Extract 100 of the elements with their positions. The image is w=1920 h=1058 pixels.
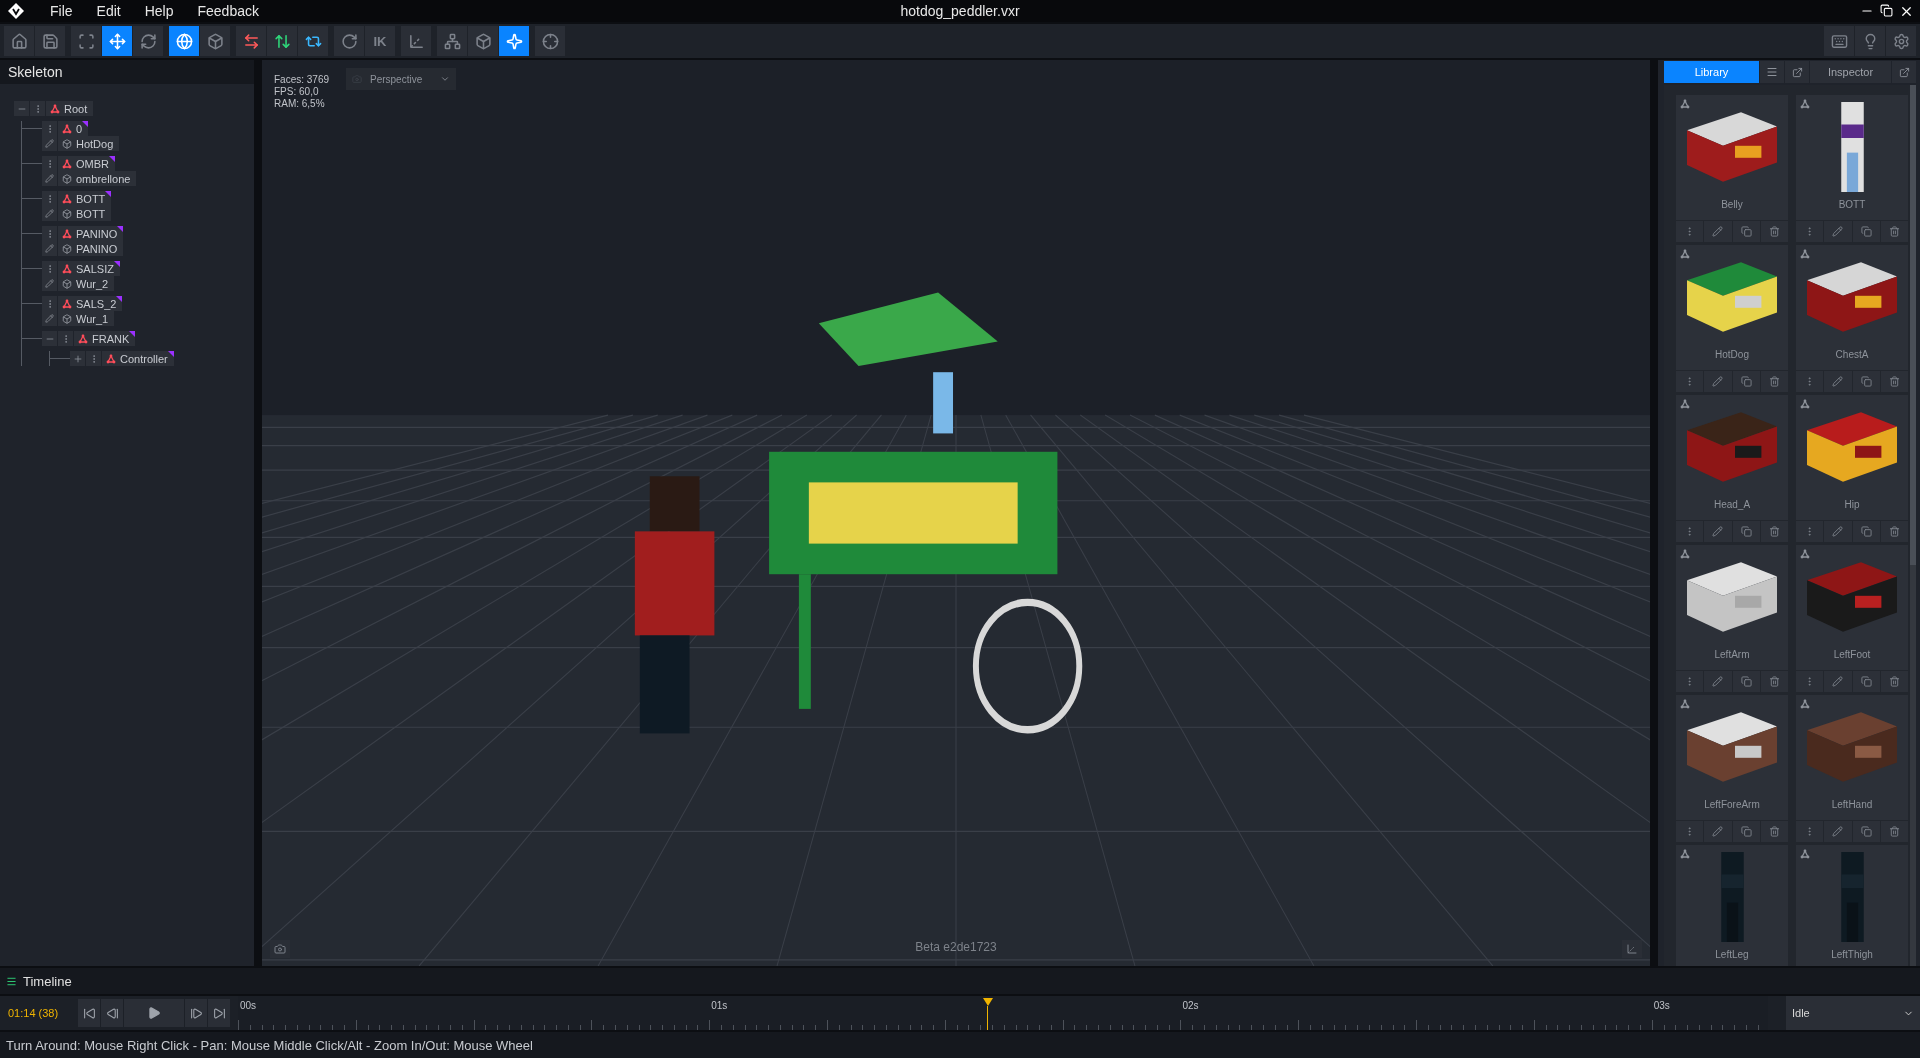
menu-button[interactable] [1760, 61, 1784, 83]
bone-item[interactable]: Root [46, 101, 94, 116]
more-button[interactable] [42, 261, 57, 276]
mesh-item[interactable]: BOTT [58, 206, 112, 221]
edit-button[interactable] [1824, 821, 1852, 842]
library-item[interactable]: Head_A [1676, 395, 1788, 520]
playhead[interactable] [982, 998, 993, 1030]
delete-button[interactable] [1880, 671, 1908, 692]
collapse-button[interactable] [14, 101, 29, 116]
mesh-item[interactable]: PANINO [58, 241, 124, 256]
delete-button[interactable] [1880, 221, 1908, 242]
edit-button[interactable] [42, 276, 57, 291]
more-button[interactable] [42, 156, 57, 171]
fit-view-button[interactable] [71, 26, 101, 56]
library-item[interactable]: LeftHand [1796, 695, 1908, 820]
bone-item[interactable]: Controller [102, 351, 174, 366]
more-button[interactable] [1676, 521, 1704, 542]
menu-item[interactable]: Feedback [185, 3, 271, 19]
edit-button[interactable] [1704, 221, 1732, 242]
rotate-button[interactable] [133, 26, 163, 56]
next-frame-button[interactable] [185, 999, 207, 1027]
cube-button[interactable] [468, 26, 498, 56]
scrollbar[interactable] [1910, 85, 1916, 966]
more-button[interactable] [1676, 371, 1704, 392]
axes-button[interactable] [1622, 940, 1642, 958]
panel-tab[interactable]: Library [1664, 61, 1759, 83]
save-button[interactable] [35, 26, 65, 56]
duplicate-button[interactable] [1852, 221, 1880, 242]
camera-dropdown[interactable]: Perspective [346, 68, 456, 90]
world-space-button[interactable] [169, 26, 199, 56]
more-button[interactable] [1676, 671, 1704, 692]
settings-button[interactable] [1886, 26, 1916, 56]
axes-button[interactable] [401, 26, 431, 56]
swap-button[interactable] [236, 26, 266, 56]
animation-dropdown[interactable]: Idle [1786, 996, 1920, 1030]
library-item[interactable]: Belly [1676, 95, 1788, 220]
play-button[interactable] [124, 999, 184, 1027]
delete-button[interactable] [1760, 371, 1788, 392]
mesh-item[interactable]: Wur_2 [58, 276, 115, 291]
more-button[interactable] [1796, 671, 1824, 692]
previous-frame-button[interactable] [101, 999, 123, 1027]
library-item[interactable]: LeftArm [1676, 545, 1788, 670]
more-button[interactable] [1796, 821, 1824, 842]
duplicate-button[interactable] [1732, 671, 1760, 692]
duplicate-button[interactable] [1852, 371, 1880, 392]
more-button[interactable] [86, 351, 101, 366]
duplicate-button[interactable] [1732, 521, 1760, 542]
panel-tab[interactable]: Inspector [1810, 61, 1891, 83]
library-item[interactable]: LeftForeArm [1676, 695, 1788, 820]
edit-button[interactable] [1824, 671, 1852, 692]
menu-item[interactable]: Edit [84, 3, 133, 19]
bone-item[interactable]: OMBR [58, 156, 115, 171]
more-button[interactable] [42, 191, 57, 206]
delete-button[interactable] [1880, 821, 1908, 842]
collapse-button[interactable] [42, 331, 57, 346]
more-button[interactable] [1796, 371, 1824, 392]
bone-item[interactable]: PANINO [58, 226, 124, 241]
menu-item[interactable]: Help [132, 3, 186, 19]
screenshot-button[interactable] [270, 940, 290, 958]
mesh-item[interactable]: ombrellone [58, 171, 137, 186]
popout-button[interactable] [1785, 61, 1809, 83]
delete-button[interactable] [1880, 521, 1908, 542]
keyboard-button[interactable] [1824, 26, 1854, 56]
more-button[interactable] [42, 226, 57, 241]
library-item[interactable]: HotDog [1676, 245, 1788, 370]
more-button[interactable] [58, 331, 73, 346]
delete-button[interactable] [1880, 371, 1908, 392]
more-button[interactable] [42, 296, 57, 311]
duplicate-button[interactable] [1852, 671, 1880, 692]
bone-item[interactable]: SALS_2 [58, 296, 123, 311]
more-button[interactable] [1796, 221, 1824, 242]
edit-button[interactable] [1704, 371, 1732, 392]
library-item[interactable]: LeftLeg [1676, 845, 1788, 966]
edit-button[interactable] [42, 136, 57, 151]
duplicate-button[interactable] [1852, 521, 1880, 542]
ik-button[interactable]: IK [365, 26, 395, 56]
duplicate-button[interactable] [1852, 821, 1880, 842]
home-button[interactable] [4, 26, 34, 56]
library-item[interactable]: LeftFoot [1796, 545, 1908, 670]
edit-button[interactable] [1704, 821, 1732, 842]
bone-item[interactable]: FRANK [74, 331, 136, 346]
edit-button[interactable] [1824, 221, 1852, 242]
sparkle-button[interactable] [499, 26, 529, 56]
more-button[interactable] [30, 101, 45, 116]
more-button[interactable] [1676, 221, 1704, 242]
delete-button[interactable] [1760, 671, 1788, 692]
delete-button[interactable] [1760, 521, 1788, 542]
edit-button[interactable] [42, 311, 57, 326]
edit-button[interactable] [42, 206, 57, 221]
more-button[interactable] [42, 121, 57, 136]
more-button[interactable] [1676, 821, 1704, 842]
more-button[interactable] [1796, 521, 1824, 542]
restore-icon[interactable] [1880, 3, 1893, 17]
bone-item[interactable]: SALSIZ [58, 261, 120, 276]
edit-button[interactable] [1704, 521, 1732, 542]
mesh-item[interactable]: HotDog [58, 136, 120, 151]
edit-button[interactable] [1824, 521, 1852, 542]
hierarchy-button[interactable] [437, 26, 467, 56]
delete-button[interactable] [1760, 221, 1788, 242]
expand-button[interactable] [70, 351, 85, 366]
